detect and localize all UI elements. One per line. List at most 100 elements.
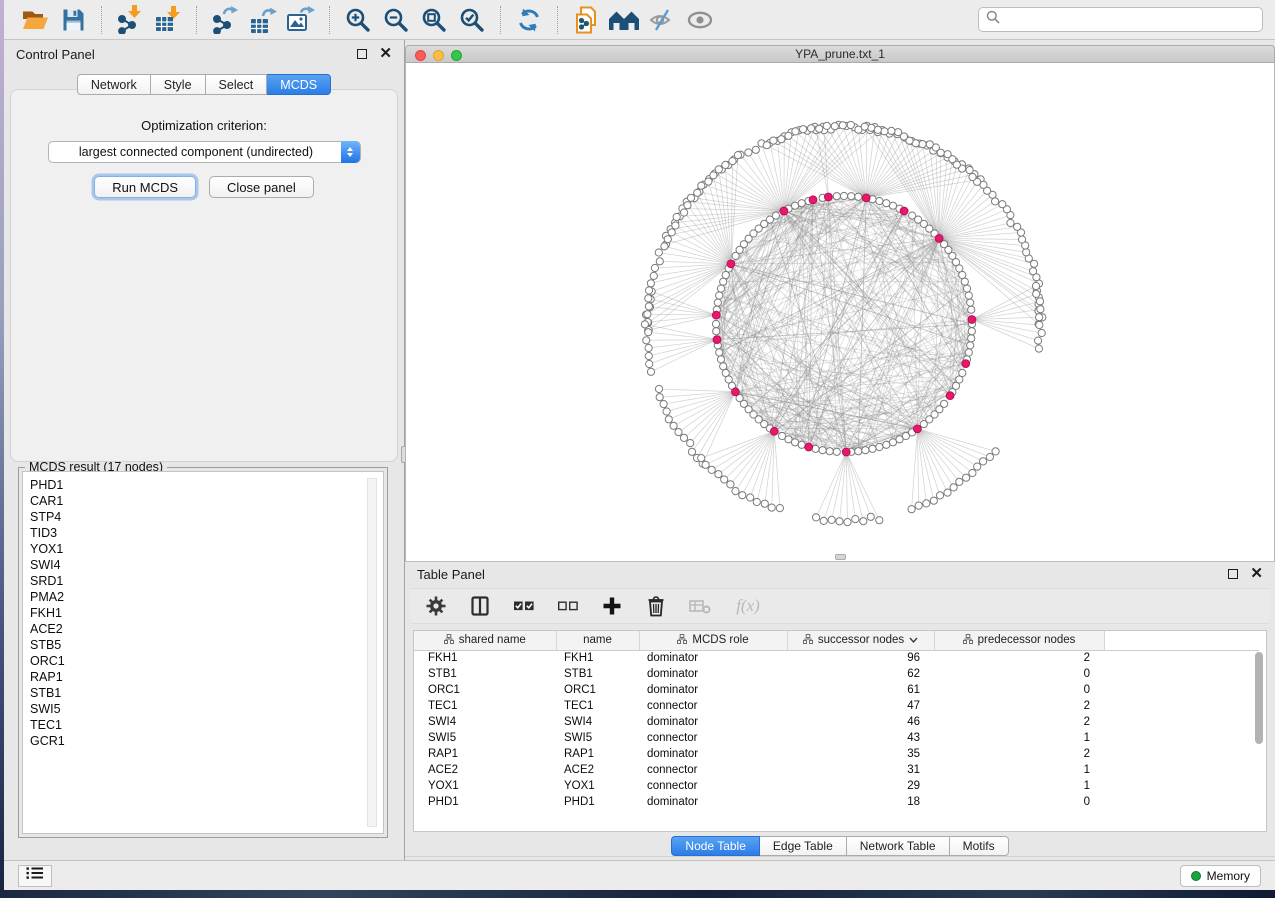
duplicate-network-icon[interactable] xyxy=(570,5,602,35)
toolbar-separator xyxy=(557,6,558,34)
tab-motifs[interactable]: Motifs xyxy=(950,836,1009,856)
zoom-in-icon[interactable] xyxy=(342,5,374,35)
tab-network[interactable]: Network xyxy=(77,74,151,95)
memory-label: Memory xyxy=(1207,869,1250,883)
column-header-successor_nodes[interactable]: successor nodes xyxy=(787,631,934,650)
save-session-icon[interactable] xyxy=(57,5,89,35)
tab-edge-table[interactable]: Edge Table xyxy=(760,836,847,856)
tab-network-table[interactable]: Network Table xyxy=(847,836,950,856)
function-builder-icon: f(x) xyxy=(733,595,763,617)
tab-select[interactable]: Select xyxy=(206,74,268,95)
delete-row-icon[interactable] xyxy=(645,595,667,617)
zoom-out-icon[interactable] xyxy=(380,5,412,35)
zoom-selected-icon[interactable] xyxy=(456,5,488,35)
table-cell-predecessor_nodes: 0 xyxy=(934,666,1104,682)
table-row[interactable]: STB1STB1dominator620 xyxy=(414,666,1259,682)
optimization-criterion-select[interactable]: largest connected component (undirected) xyxy=(48,141,361,163)
column-layout-icon[interactable] xyxy=(469,595,491,617)
export-network-icon[interactable] xyxy=(209,5,241,35)
tab-style[interactable]: Style xyxy=(151,74,206,95)
mcds-result-item[interactable]: TEC1 xyxy=(30,717,383,733)
tab-mcds[interactable]: MCDS xyxy=(267,74,331,95)
hide-graphics-details-icon[interactable] xyxy=(646,5,678,35)
mcds-result-item[interactable]: STP4 xyxy=(30,509,383,525)
mcds-list-scrollbar[interactable] xyxy=(367,478,377,827)
column-header-shared_name[interactable]: shared name xyxy=(414,631,556,650)
export-image-icon[interactable] xyxy=(285,5,317,35)
table-cell-name: FKH1 xyxy=(556,650,639,666)
column-header-predecessor_nodes[interactable]: predecessor nodes xyxy=(934,631,1104,650)
table-row[interactable]: PHD1PHD1dominator180 xyxy=(414,794,1259,810)
show-graphics-details-icon[interactable] xyxy=(684,5,716,35)
network-canvas[interactable] xyxy=(405,63,1275,561)
network-window-titlebar[interactable]: YPA_prune.txt_1 xyxy=(405,45,1275,63)
close-panel-icon[interactable]: ✕ xyxy=(1250,569,1263,579)
import-network-icon[interactable] xyxy=(114,5,146,35)
table-row[interactable]: ACE2ACE2connector311 xyxy=(414,762,1259,778)
table-row[interactable]: SWI4SWI4dominator462 xyxy=(414,714,1259,730)
table-scrollbar[interactable] xyxy=(1255,652,1263,744)
close-panel-icon[interactable]: ✕ xyxy=(379,49,392,59)
task-history-button[interactable] xyxy=(18,865,52,887)
select-all-icon[interactable] xyxy=(513,595,535,617)
table-row[interactable]: FKH1FKH1dominator962 xyxy=(414,650,1259,666)
column-header-name[interactable]: name xyxy=(556,631,639,650)
mcds-result-item[interactable]: CAR1 xyxy=(30,493,383,509)
mcds-result-item[interactable]: SWI4 xyxy=(30,557,383,573)
mcds-result-item[interactable]: GCR1 xyxy=(30,733,383,749)
mcds-result-item[interactable]: SRD1 xyxy=(30,573,383,589)
table-row[interactable]: TEC1TEC1connector472 xyxy=(414,698,1259,714)
optimization-criterion-value: largest connected component (undirected) xyxy=(49,145,360,159)
attribute-type-icon xyxy=(963,634,973,647)
table-cell-successor_nodes: 43 xyxy=(787,730,934,746)
mcds-result-item[interactable]: RAP1 xyxy=(30,669,383,685)
close-panel-button[interactable]: Close panel xyxy=(209,176,314,198)
main-toolbar xyxy=(4,0,1275,40)
mcds-result-item[interactable]: ORC1 xyxy=(30,653,383,669)
table-cell-successor_nodes: 47 xyxy=(787,698,934,714)
mcds-result-item[interactable]: FKH1 xyxy=(30,605,383,621)
close-window-icon[interactable] xyxy=(415,50,426,61)
table-cell-filler xyxy=(1104,714,1259,730)
search-input[interactable] xyxy=(1005,13,1255,27)
mcds-result-item[interactable]: ACE2 xyxy=(30,621,383,637)
table-row[interactable]: RAP1RAP1dominator352 xyxy=(414,746,1259,762)
search-neighbors-icon[interactable] xyxy=(608,5,640,35)
float-panel-icon[interactable] xyxy=(1228,569,1238,579)
column-header-mcds_role[interactable]: MCDS role xyxy=(639,631,787,650)
mcds-result-item[interactable]: PMA2 xyxy=(30,589,383,605)
mcds-result-item[interactable]: TID3 xyxy=(30,525,383,541)
table-cell-shared_name: TEC1 xyxy=(414,698,556,714)
zoom-fit-icon[interactable] xyxy=(418,5,450,35)
maximize-window-icon[interactable] xyxy=(451,50,462,61)
mcds-result-item[interactable]: STB1 xyxy=(30,685,383,701)
open-file-icon[interactable] xyxy=(19,5,51,35)
control-panel-tabs: NetworkStyleSelectMCDS xyxy=(4,74,404,95)
mcds-result-item[interactable]: PHD1 xyxy=(30,477,383,493)
settings-gear-icon[interactable] xyxy=(425,595,447,617)
unselect-all-icon[interactable] xyxy=(557,595,579,617)
table-row[interactable]: SWI5SWI5connector431 xyxy=(414,730,1259,746)
memory-status-icon xyxy=(1191,871,1201,881)
add-row-icon[interactable] xyxy=(601,595,623,617)
search-box[interactable] xyxy=(978,7,1263,32)
table-cell-name: TEC1 xyxy=(556,698,639,714)
refresh-layout-icon[interactable] xyxy=(513,5,545,35)
minimize-window-icon[interactable] xyxy=(433,50,444,61)
float-panel-icon[interactable] xyxy=(357,49,367,59)
import-table-icon[interactable] xyxy=(152,5,184,35)
mcds-result-list[interactable]: PHD1CAR1STP4TID3YOX1SWI4SRD1PMA2FKH1ACE2… xyxy=(22,471,384,834)
run-mcds-button[interactable]: Run MCDS xyxy=(94,176,196,198)
tab-node-table[interactable]: Node Table xyxy=(671,836,760,856)
mcds-result-item[interactable]: YOX1 xyxy=(30,541,383,557)
mcds-result-item[interactable]: STB5 xyxy=(30,637,383,653)
mcds-result-item[interactable]: SWI5 xyxy=(30,701,383,717)
export-table-icon[interactable] xyxy=(247,5,279,35)
table-cell-successor_nodes: 62 xyxy=(787,666,934,682)
table-row[interactable]: YOX1YOX1connector291 xyxy=(414,778,1259,794)
table-cell-name: SWI5 xyxy=(556,730,639,746)
splitter-handle[interactable] xyxy=(835,554,846,560)
memory-button[interactable]: Memory xyxy=(1180,865,1261,887)
table-row[interactable]: ORC1ORC1dominator610 xyxy=(414,682,1259,698)
table-cell-predecessor_nodes: 2 xyxy=(934,650,1104,666)
